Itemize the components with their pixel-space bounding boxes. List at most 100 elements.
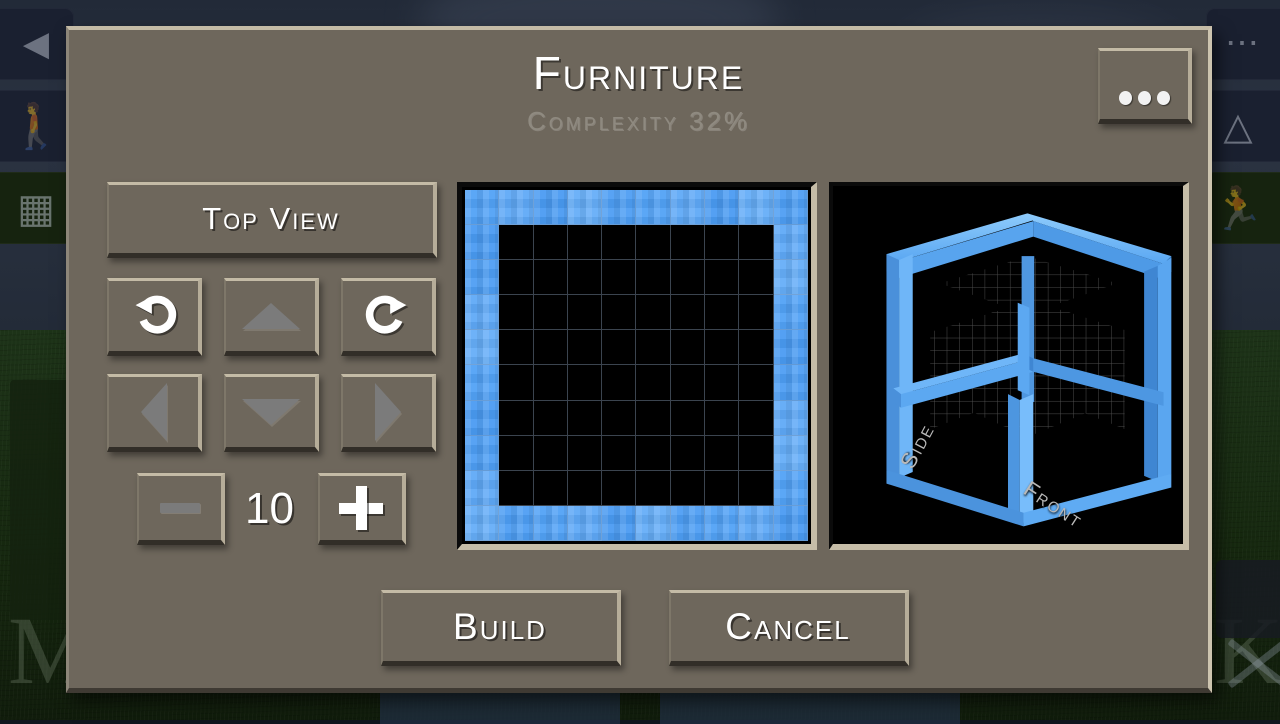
rotate-clockwise-button[interactable] — [341, 278, 436, 356]
blueprint-cell[interactable] — [773, 470, 808, 506]
blueprint-cell[interactable] — [533, 330, 568, 366]
blueprint-cell[interactable] — [636, 295, 671, 331]
blueprint-cell[interactable] — [602, 190, 637, 226]
blueprint-cell[interactable] — [670, 190, 706, 226]
blueprint-cell[interactable] — [636, 505, 671, 541]
blueprint-cell[interactable] — [670, 225, 706, 261]
blueprint-cell[interactable] — [670, 365, 706, 401]
blueprint-cell[interactable] — [739, 190, 774, 226]
more-options-button[interactable] — [1098, 48, 1192, 124]
blueprint-cell[interactable] — [465, 330, 500, 366]
blueprint-cell[interactable] — [636, 400, 671, 436]
blueprint-cell[interactable] — [567, 190, 603, 226]
blueprint-cell[interactable] — [499, 365, 534, 401]
blueprint-cell[interactable] — [499, 470, 534, 506]
blueprint-cell[interactable] — [705, 225, 740, 261]
blueprint-cell[interactable] — [602, 330, 637, 366]
blueprint-cell[interactable] — [602, 435, 637, 471]
blueprint-cell[interactable] — [533, 295, 568, 331]
blueprint-cell[interactable] — [567, 295, 603, 331]
blueprint-cell[interactable] — [773, 435, 808, 471]
blueprint-cell[interactable] — [533, 225, 568, 261]
blueprint-cell[interactable] — [602, 505, 637, 541]
blueprint-cell[interactable] — [602, 295, 637, 331]
move-left-button[interactable] — [107, 374, 202, 452]
blueprint-cell[interactable] — [636, 330, 671, 366]
blueprint-cell[interactable] — [636, 190, 671, 226]
blueprint-cell[interactable] — [602, 260, 637, 296]
blueprint-cell[interactable] — [705, 400, 740, 436]
blueprint-cell[interactable] — [499, 330, 534, 366]
blueprint-cell[interactable] — [465, 470, 500, 506]
blueprint-cell[interactable] — [465, 505, 500, 541]
blueprint-cell[interactable] — [533, 470, 568, 506]
blueprint-cell[interactable] — [533, 435, 568, 471]
blueprint-cell[interactable] — [465, 260, 500, 296]
blueprint-cell[interactable] — [533, 505, 568, 541]
move-down-button[interactable] — [224, 374, 319, 452]
blueprint-cell[interactable] — [636, 225, 671, 261]
blueprint-cell[interactable] — [465, 435, 500, 471]
blueprint-cell[interactable] — [705, 365, 740, 401]
build-button[interactable]: Build — [381, 590, 621, 666]
blueprint-cell[interactable] — [499, 190, 534, 226]
blueprint-cell[interactable] — [499, 435, 534, 471]
blueprint-cell[interactable] — [773, 400, 808, 436]
blueprint-cell[interactable] — [705, 260, 740, 296]
blueprint-cell[interactable] — [670, 400, 706, 436]
blueprint-cell[interactable] — [567, 225, 603, 261]
blueprint-cell[interactable] — [533, 365, 568, 401]
blueprint-cell[interactable] — [739, 295, 774, 331]
blueprint-cell[interactable] — [465, 295, 500, 331]
blueprint-cell[interactable] — [567, 330, 603, 366]
blueprint-cell[interactable] — [739, 505, 774, 541]
blueprint-panel[interactable] — [457, 182, 817, 550]
cancel-button[interactable]: Cancel — [669, 590, 909, 666]
blueprint-cell[interactable] — [499, 400, 534, 436]
blueprint-cell[interactable] — [705, 330, 740, 366]
blueprint-cell[interactable] — [670, 435, 706, 471]
blueprint-cell[interactable] — [465, 400, 500, 436]
blueprint-cell[interactable] — [636, 435, 671, 471]
blueprint-cell[interactable] — [773, 190, 808, 226]
blueprint-cell[interactable] — [602, 365, 637, 401]
blueprint-cell[interactable] — [739, 365, 774, 401]
blueprint-cell[interactable] — [773, 505, 808, 541]
blueprint-cell[interactable] — [739, 330, 774, 366]
blueprint-cell[interactable] — [465, 365, 500, 401]
blueprint-cell[interactable] — [773, 225, 808, 261]
blueprint-cell[interactable] — [602, 470, 637, 506]
blueprint-cell[interactable] — [670, 470, 706, 506]
blueprint-cell[interactable] — [499, 225, 534, 261]
rotate-counterclockwise-button[interactable] — [107, 278, 202, 356]
blueprint-cell[interactable] — [567, 505, 603, 541]
blueprint-cell[interactable] — [670, 295, 706, 331]
blueprint-cell[interactable] — [602, 225, 637, 261]
blueprint-cell[interactable] — [670, 505, 706, 541]
blueprint-cell[interactable] — [705, 295, 740, 331]
blueprint-cell[interactable] — [465, 190, 500, 226]
blueprint-cell[interactable] — [739, 470, 774, 506]
blueprint-cell[interactable] — [773, 295, 808, 331]
blueprint-cell[interactable] — [739, 225, 774, 261]
blueprint-cell[interactable] — [670, 330, 706, 366]
blueprint-cell[interactable] — [465, 225, 500, 261]
increase-size-button[interactable] — [318, 473, 406, 545]
blueprint-cell[interactable] — [533, 190, 568, 226]
move-right-button[interactable] — [341, 374, 436, 452]
blueprint-cell[interactable] — [739, 400, 774, 436]
blueprint-cell[interactable] — [602, 400, 637, 436]
blueprint-cell[interactable] — [670, 260, 706, 296]
blueprint-cell[interactable] — [705, 190, 740, 226]
blueprint-cell[interactable] — [567, 400, 603, 436]
blueprint-cell[interactable] — [739, 435, 774, 471]
blueprint-cell[interactable] — [567, 435, 603, 471]
blueprint-cell[interactable] — [636, 260, 671, 296]
blueprint-cell[interactable] — [705, 435, 740, 471]
blueprint-cell[interactable] — [636, 470, 671, 506]
blueprint-cell[interactable] — [705, 505, 740, 541]
blueprint-cell[interactable] — [533, 260, 568, 296]
blueprint-cell[interactable] — [636, 365, 671, 401]
blueprint-cell[interactable] — [773, 260, 808, 296]
blueprint-cell[interactable] — [567, 365, 603, 401]
